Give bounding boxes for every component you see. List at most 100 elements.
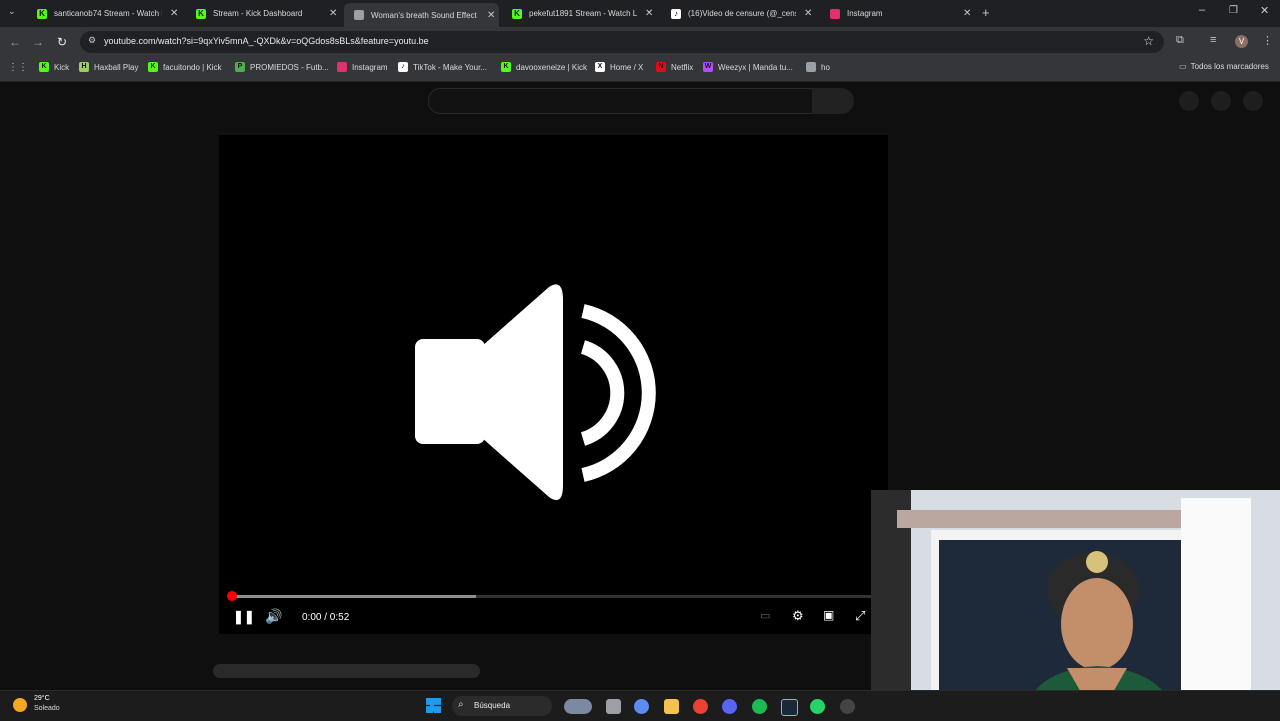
bookmark-label: Weezyx | Manda tu... [718,62,793,72]
taskbar-search[interactable]: ⌕ Búsqueda [452,696,552,716]
bookmark-item[interactable]: ho [806,62,830,72]
forward-icon[interactable]: → [32,35,44,49]
netflix-icon: N [656,62,666,72]
menu-icon[interactable]: ⋮ [1262,34,1273,47]
folder-icon: ▭ [1179,62,1187,71]
restore-icon[interactable]: ❐ [1229,5,1238,16]
video-player[interactable]: ❚❚ 🔊 0:00 / 0:52 ▭ ⚙ ▣ ⤢ [219,135,888,634]
task-view-icon[interactable] [606,699,621,714]
bookmark-label: Kick [54,62,70,72]
bookmark-label: facuitondo | Kick [163,62,222,72]
all-bookmarks[interactable]: ▭ Todos los marcadores [1179,62,1269,71]
tab-strip: ⌄ Ksanticanob74 Stream - Watch L ✕ K Stream… [0,0,1280,27]
buffered-bar [231,595,477,598]
tab-close-icon[interactable]: ✕ [170,8,178,19]
bookmark-item[interactable]: H Haxball Play [79,62,138,72]
tab-search-chevron-icon[interactable]: ⌄ [8,6,16,17]
weather-desc: Soleado [34,705,60,712]
bookmark-item[interactable]: Kdavooxeneize | Kick [501,62,587,72]
volume-icon[interactable]: 🔊 [265,608,282,625]
url-text[interactable]: youtube.com/watch?si=9qxYiv5mnA_-QXDk&v=… [104,36,429,46]
kick-icon: K [37,8,47,19]
tiktok-icon: ♪ [671,8,681,19]
bookmark-item[interactable]: ♪ TikTok - Make Your... [398,62,487,72]
streamer-webcam-image [871,490,1280,720]
profile-avatar[interactable]: V [1235,35,1248,48]
bookmark-star-icon[interactable]: ☆ [1143,34,1154,48]
pause-icon[interactable]: ❚❚ [233,609,255,625]
tiktok-icon: ♪ [398,62,408,72]
tab-title: Woman's breath Sound Effect / [371,10,479,20]
tab-close-icon[interactable]: ✕ [804,8,812,19]
bookmarks-bar: ⋮⋮ K Kick H Haxball Play Kfacuitondo | Kick P… [0,57,1280,82]
video-title-placeholder [213,664,480,678]
discord-icon[interactable] [722,699,737,714]
weather-temp: 29°C [34,695,50,702]
progress-bar[interactable] [231,595,876,598]
bookmark-label: davooxeneize | Kick [516,62,588,72]
tab[interactable]: Instagram ✕ [820,4,975,23]
scrubber-handle[interactable] [227,591,237,601]
bookmark-label: Haxball Play [94,62,139,72]
account-avatar[interactable] [1243,91,1263,111]
widget-icon[interactable] [564,699,592,714]
tab-close-icon[interactable]: ✕ [963,8,971,19]
windows-start-icon[interactable] [426,698,441,713]
globe-icon [806,62,816,72]
tab[interactable]: K Stream - Kick Dashboard ✕ [186,4,341,23]
subtitles-icon[interactable]: ▭ [760,609,770,622]
notifications-icon[interactable] [1211,91,1231,111]
minimize-icon[interactable]: – [1199,4,1205,16]
site-info-icon[interactable]: ⚙ [88,35,96,46]
bookmark-item[interactable]: X Home / X [595,62,643,72]
weather-sun-icon[interactable] [13,698,27,712]
bookmark-item[interactable]: K Kick [39,62,69,72]
new-tab-button[interactable]: + [982,5,990,20]
instagram-icon [337,62,347,72]
fullscreen-icon[interactable]: ⤢ [855,608,865,624]
youtube-loading-icon [354,10,364,20]
search-button[interactable] [812,88,854,114]
reload-icon[interactable]: ↻ [57,35,67,49]
search-input[interactable] [428,88,814,114]
theater-mode-icon[interactable]: ▣ [823,608,834,622]
chrome-icon[interactable] [693,699,708,714]
bookmark-item[interactable]: Instagram [337,62,388,72]
bookmark-label: PROMIEDOS - Futb... [250,62,329,72]
tab[interactable]: ♪ (16)Video de censure (@_censu ✕ [661,4,816,23]
weezyx-icon: W [703,62,713,72]
kick-icon: K [196,8,206,19]
create-icon[interactable] [1179,91,1199,111]
extensions-icon[interactable]: ⧉ [1176,34,1184,47]
bookmark-item[interactable]: Kfacuitondo | Kick [148,62,222,72]
steam-icon[interactable] [781,699,798,716]
media-control-icon[interactable]: ≡ [1210,34,1216,46]
copilot-icon[interactable] [634,699,649,714]
tab[interactable]: Kpekefut1891 Stream - Watch Li ✕ [502,4,657,23]
speaker-icon [415,284,656,501]
address-bar[interactable]: ⚙ youtube.com/watch?si=9qxYiv5mnA_-QXDk&… [80,31,1164,53]
back-icon[interactable]: ← [9,35,21,49]
tab-close-icon[interactable]: ✕ [487,10,495,21]
apps-grid-icon[interactable]: ⋮⋮ [8,62,28,73]
kick-icon: K [39,62,49,72]
file-explorer-icon[interactable] [664,699,679,714]
obs-icon[interactable] [840,699,855,714]
kick-icon: K [512,8,522,19]
promiedos-icon: P [235,62,245,72]
spotify-icon[interactable] [752,699,767,714]
close-window-icon[interactable]: ✕ [1260,4,1269,17]
tab-title: pekefut1891 Stream - Watch Li [529,9,637,18]
tab-title: Stream - Kick Dashboard [213,9,303,18]
tab-close-icon[interactable]: ✕ [645,8,653,19]
bookmark-label: Netflix [671,62,694,72]
tab-close-icon[interactable]: ✕ [329,8,337,19]
whatsapp-icon[interactable] [810,699,825,714]
kick-icon: K [148,62,158,72]
tab[interactable]: Woman's breath Sound Effect / ✕ [344,3,499,27]
tab[interactable]: Ksanticanob74 Stream - Watch L ✕ [27,4,182,23]
bookmark-item[interactable]: N Netflix [656,62,693,72]
bookmark-item[interactable]: P PROMIEDOS - Futb... [235,62,329,72]
settings-icon[interactable]: ⚙ [792,608,804,624]
bookmark-item[interactable]: W Weezyx | Manda tu... [703,62,793,72]
